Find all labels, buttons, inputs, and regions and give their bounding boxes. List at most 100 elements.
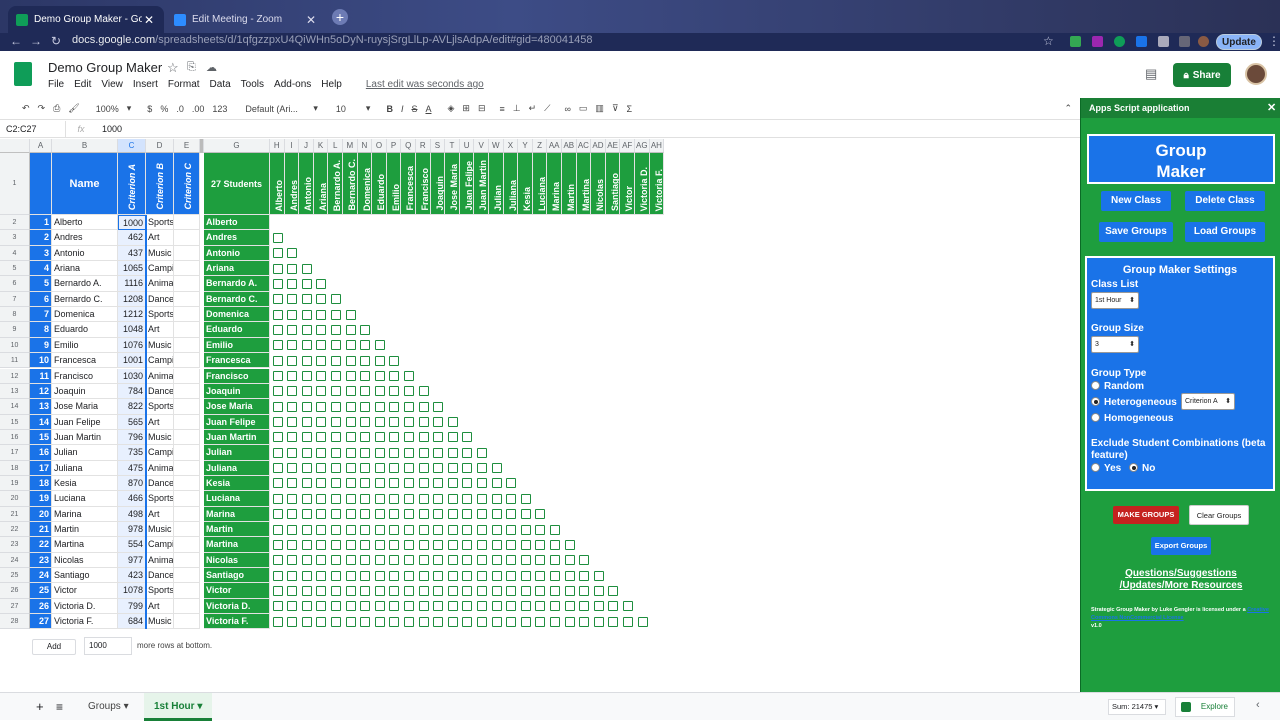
exclusion-checkbox[interactable] <box>330 555 341 566</box>
exclusion-checkbox[interactable] <box>301 493 312 504</box>
menu-edit[interactable]: Edit <box>74 79 91 90</box>
criterion-b-value[interactable]: Art <box>146 506 174 522</box>
exclusion-checkbox[interactable] <box>360 539 371 550</box>
matrix-column-header[interactable]: Bernardo C. <box>343 153 358 215</box>
criterion-a-value[interactable]: 475 <box>118 460 146 476</box>
exclusion-checkbox[interactable] <box>316 555 327 566</box>
exclusion-checkbox[interactable] <box>433 447 444 458</box>
row-header-9[interactable]: 9 <box>0 322 30 338</box>
menu-help[interactable]: Help <box>321 79 342 90</box>
exclusion-checkbox[interactable] <box>301 432 312 443</box>
exclusion-checkbox[interactable] <box>403 417 414 428</box>
cloud-status-icon[interactable]: ☁ <box>206 61 217 74</box>
criterion-c-value[interactable] <box>174 598 200 615</box>
row-header-20[interactable]: 20 <box>0 491 30 507</box>
criterion-b-value[interactable]: Music <box>146 245 174 262</box>
matrix-row-label[interactable]: Juliana <box>204 460 270 476</box>
exclusion-checkbox[interactable] <box>564 555 575 566</box>
exclusion-checkbox[interactable] <box>330 340 341 351</box>
criterion-a-value[interactable]: 1208 <box>118 291 146 308</box>
text-color-button[interactable]: A <box>425 104 431 114</box>
matrix-column-header[interactable]: Jose Maria <box>445 153 460 215</box>
exclusion-checkbox[interactable] <box>374 371 385 381</box>
criterion-b-value[interactable]: Art <box>146 414 174 430</box>
undo-icon[interactable]: ↶ <box>22 103 30 114</box>
sheet-tab-1st-hour[interactable]: 1st Hour ▾ <box>144 693 213 721</box>
student-number[interactable]: 14 <box>30 414 52 430</box>
exclusion-checkbox[interactable] <box>506 509 517 520</box>
criterion-b-value[interactable]: Dance <box>146 568 174 584</box>
exclusion-checkbox[interactable] <box>506 601 517 612</box>
exclusion-checkbox[interactable] <box>491 493 502 504</box>
criterion-c-value[interactable] <box>174 552 200 569</box>
class-list-select[interactable]: 1st Hour ⬍ <box>1091 292 1139 309</box>
matrix-column-header[interactable]: Joaquin <box>430 153 446 215</box>
exclusion-checkbox[interactable] <box>272 509 283 520</box>
exclusion-checkbox[interactable] <box>491 585 502 596</box>
matrix-row-label[interactable]: Victoria F. <box>204 614 270 630</box>
side-panel-toggle-icon[interactable]: ‹ <box>1256 699 1260 711</box>
exclusion-checkbox[interactable] <box>287 478 298 489</box>
exclusion-checkbox[interactable] <box>433 524 444 535</box>
matrix-row-label[interactable]: Andres <box>204 230 270 246</box>
exclusion-checkbox[interactable] <box>316 340 327 351</box>
student-name[interactable]: Francisco <box>52 368 118 384</box>
exclusion-checkbox[interactable] <box>520 555 531 566</box>
student-number[interactable]: 2 <box>30 230 52 246</box>
exclusion-checkbox[interactable] <box>272 294 283 305</box>
percent-button[interactable]: % <box>160 104 168 114</box>
exclusion-checkbox[interactable] <box>374 355 385 366</box>
exclusion-checkbox[interactable] <box>491 509 502 520</box>
criterion-b-value[interactable]: Camping <box>146 261 174 277</box>
extension-icon[interactable] <box>1136 36 1147 47</box>
exclusion-checkbox[interactable] <box>287 386 298 397</box>
font-select[interactable]: Default (Ari... <box>245 104 305 114</box>
column-header-ad[interactable]: AD <box>591 139 606 153</box>
exclusion-checkbox[interactable] <box>506 493 517 504</box>
student-number[interactable]: 3 <box>30 245 52 262</box>
header-students[interactable]: 27 Students <box>204 153 270 215</box>
criterion-a-value[interactable]: 684 <box>118 614 146 630</box>
radio-no[interactable] <box>1129 463 1138 472</box>
student-number[interactable]: 13 <box>30 399 52 415</box>
exclusion-checkbox[interactable] <box>360 616 371 627</box>
group-size-select[interactable]: 3 ⬍ <box>1091 336 1139 353</box>
corner-cell[interactable] <box>0 139 30 153</box>
exclusion-checkbox[interactable] <box>462 463 473 474</box>
criterion-c-value[interactable] <box>174 614 200 630</box>
font-size-select[interactable]: 10 <box>336 104 358 114</box>
radio-yes[interactable] <box>1091 463 1100 472</box>
row-header-25[interactable]: 25 <box>0 568 30 584</box>
matrix-row-label[interactable]: Antonio <box>204 245 270 262</box>
menu-format[interactable]: Format <box>168 79 200 90</box>
criterion-c-value[interactable] <box>174 506 200 522</box>
exclusion-checkbox[interactable] <box>316 509 327 520</box>
exclusion-checkbox[interactable] <box>520 509 531 520</box>
clear-groups-button[interactable]: Clear Groups <box>1189 505 1249 525</box>
criterion-a-value[interactable]: 466 <box>118 491 146 507</box>
exclusion-checkbox[interactable] <box>520 601 531 612</box>
exclusion-checkbox[interactable] <box>433 509 444 520</box>
exclusion-checkbox[interactable] <box>462 493 473 504</box>
student-number[interactable]: 4 <box>30 261 52 277</box>
exclusion-checkbox[interactable] <box>608 616 619 627</box>
row-header-16[interactable]: 16 <box>0 429 30 446</box>
row-header-10[interactable]: 10 <box>0 337 30 354</box>
exclusion-checkbox[interactable] <box>345 355 356 366</box>
exclusion-checkbox[interactable] <box>301 478 312 489</box>
exclusion-checkbox[interactable] <box>418 555 429 566</box>
student-name[interactable]: Kesia <box>52 475 118 492</box>
exclusion-checkbox[interactable] <box>287 570 298 581</box>
exclusion-checkbox[interactable] <box>287 294 298 305</box>
exclusion-checkbox[interactable] <box>272 386 283 397</box>
wrap-icon[interactable]: ↵ <box>529 103 537 114</box>
exclusion-checkbox[interactable] <box>476 447 487 458</box>
column-header-b[interactable]: B <box>52 139 118 153</box>
criterion-a-value[interactable]: 822 <box>118 399 146 415</box>
criterion-a-value[interactable]: 870 <box>118 475 146 492</box>
exclusion-checkbox[interactable] <box>476 493 487 504</box>
exclusion-checkbox[interactable] <box>506 555 517 566</box>
sum-select[interactable]: Sum: 21475 ▾ <box>1108 699 1166 715</box>
exclusion-checkbox[interactable] <box>287 539 298 550</box>
profile-icon[interactable] <box>1198 36 1209 47</box>
